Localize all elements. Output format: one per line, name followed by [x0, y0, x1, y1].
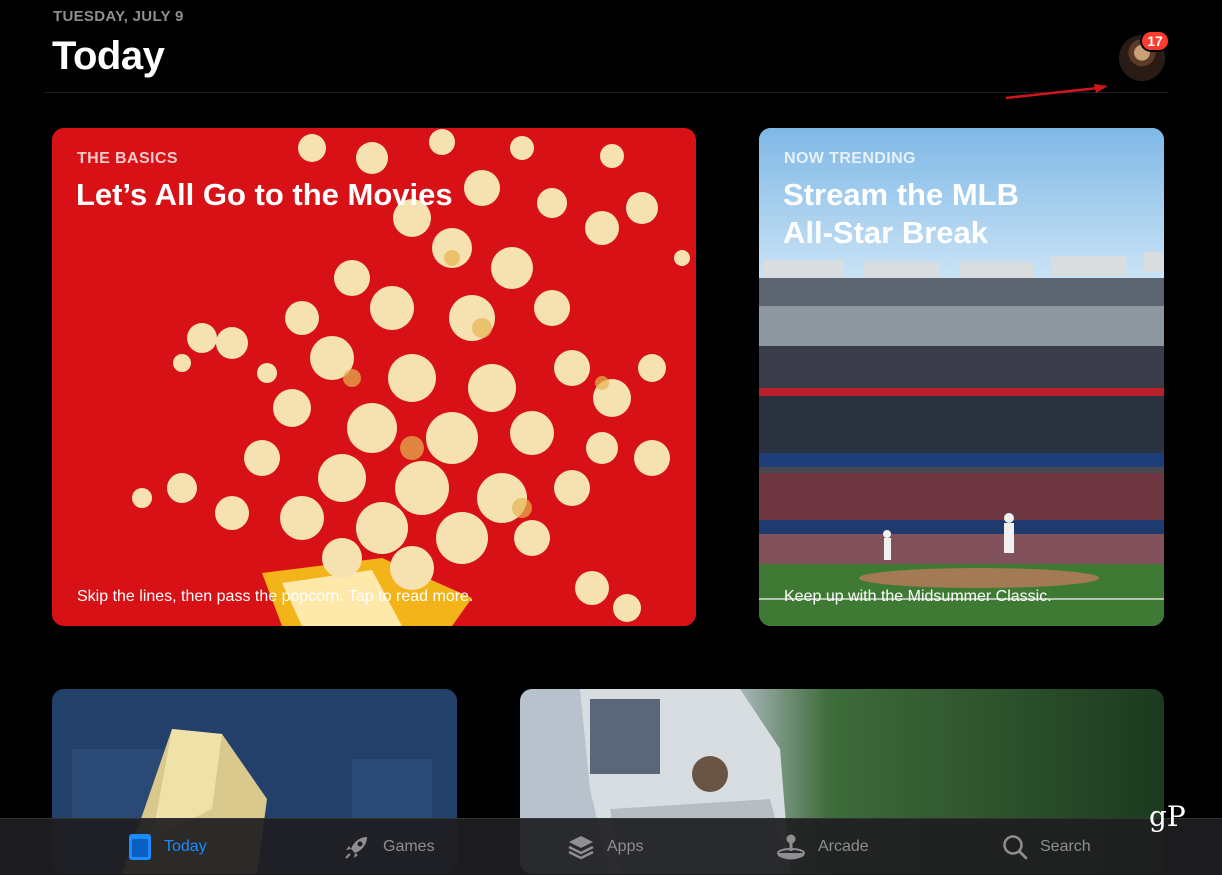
watermark-logo: gP: [1149, 800, 1186, 833]
tab-today[interactable]: Today: [128, 819, 207, 875]
tab-search[interactable]: Search: [1002, 819, 1091, 875]
page-header: TUESDAY, JULY 9 Today: [0, 0, 1222, 96]
rocket-icon: [345, 837, 367, 859]
page-title: Today: [52, 34, 165, 78]
card-caption: Skip the lines, then pass the popcorn. T…: [77, 588, 474, 605]
date-label: TUESDAY, JULY 9: [53, 8, 184, 25]
card-headline-line2: All-Star Break: [783, 215, 989, 250]
tab-apps[interactable]: Apps: [567, 819, 643, 875]
today-icon: [129, 834, 151, 860]
tab-bar: Today Games Apps Arcade Search: [0, 818, 1222, 875]
card-caption: Keep up with the Midsummer Classic.: [784, 588, 1052, 605]
tab-label: Games: [383, 838, 435, 855]
tab-games[interactable]: Games: [343, 819, 435, 875]
card-headline: Let’s All Go to the Movies: [76, 177, 453, 212]
search-icon: [1003, 835, 1028, 860]
joystick-icon: [777, 834, 805, 860]
tab-arcade[interactable]: Arcade: [776, 819, 869, 875]
card-eyebrow: THE BASICS: [77, 150, 178, 167]
story-card-mlb[interactable]: NOW TRENDING Stream the MLB All-Star Bre…: [759, 128, 1164, 626]
notification-badge: 17: [1140, 30, 1170, 52]
story-card-movies[interactable]: THE BASICS Let’s All Go to the Movies Sk…: [52, 128, 696, 626]
annotation-arrow-icon: [1005, 84, 1108, 100]
card-eyebrow: NOW TRENDING: [784, 150, 916, 167]
tab-label: Arcade: [818, 838, 869, 855]
tab-label: Today: [164, 838, 207, 855]
layers-icon: [568, 836, 594, 860]
card-headline-line1: Stream the MLB: [783, 177, 1019, 212]
tab-label: Apps: [607, 838, 644, 855]
tab-label: Search: [1040, 838, 1091, 855]
card-headline: Stream the MLB All-Star Break: [783, 176, 1019, 252]
